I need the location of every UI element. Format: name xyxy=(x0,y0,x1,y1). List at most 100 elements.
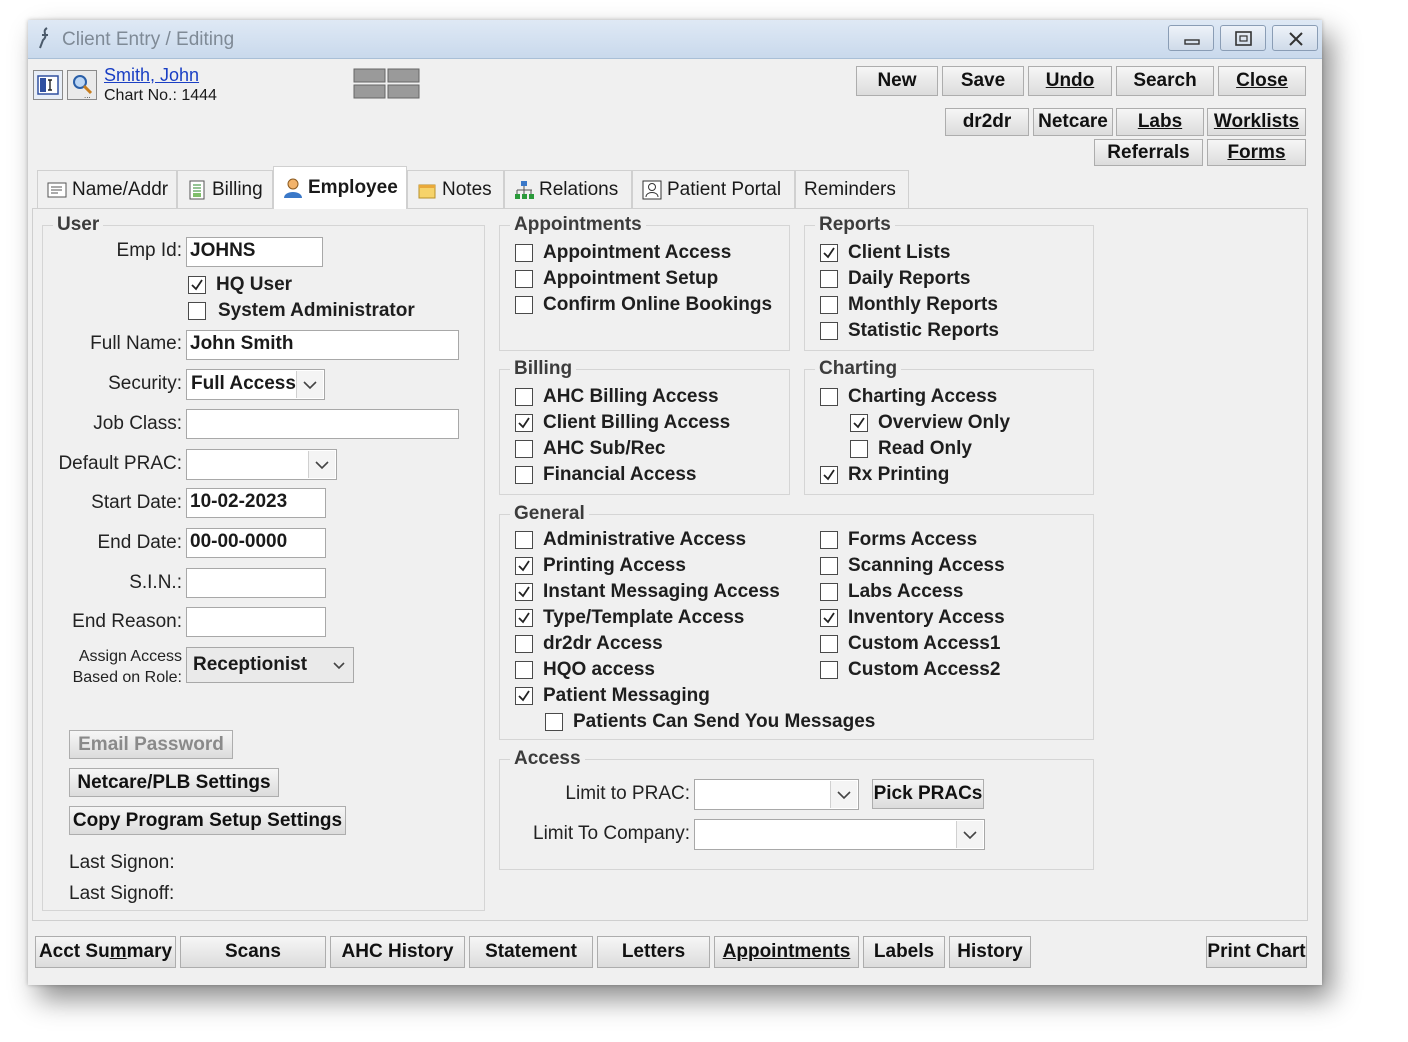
scanning-access-checkbox[interactable] xyxy=(820,557,838,575)
dr2dr-button[interactable]: dr2dr xyxy=(945,108,1029,136)
checkmark-icon xyxy=(823,612,835,624)
daily-reports-checkbox[interactable] xyxy=(820,270,838,288)
patients-can-send-you-messages-label: Patients Can Send You Messages xyxy=(573,711,876,732)
id-card-icon[interactable] xyxy=(33,70,63,100)
read-only-checkbox[interactable] xyxy=(850,440,868,458)
client-billing-access-label: Client Billing Access xyxy=(543,412,731,433)
close-button[interactable]: Close xyxy=(1218,66,1306,96)
limit-company-select[interactable] xyxy=(694,819,985,850)
patient-messaging-label: Patient Messaging xyxy=(543,685,710,706)
client-billing-access-checkbox[interactable] xyxy=(515,414,533,432)
emp-id-input[interactable]: JOHNS xyxy=(186,237,323,267)
appointment-access-checkbox[interactable] xyxy=(515,244,533,262)
tab-billing[interactable]: Billing xyxy=(177,170,273,208)
rx-printing-checkbox[interactable] xyxy=(820,466,838,484)
new-button[interactable]: New xyxy=(856,66,938,96)
limit-company-label: Limit To Company: xyxy=(533,823,690,844)
history-button[interactable]: History xyxy=(949,936,1031,968)
appointments-button[interactable]: Appointments xyxy=(714,936,859,968)
notes-icon xyxy=(416,179,438,201)
financial-access-checkbox[interactable] xyxy=(515,466,533,484)
security-label: Security: xyxy=(108,373,182,394)
print-chart-button[interactable]: Print Chart xyxy=(1206,936,1307,968)
limit-prac-select[interactable] xyxy=(694,779,859,810)
overview-only-checkbox[interactable] xyxy=(850,414,868,432)
hqo-access-checkbox[interactable] xyxy=(515,661,533,679)
labels-button[interactable]: Labels xyxy=(863,936,945,968)
email-password-button[interactable]: Email Password xyxy=(69,730,233,759)
charting-access-checkbox[interactable] xyxy=(820,388,838,406)
ahc-sub-rec-label: AHC Sub/Rec xyxy=(543,438,666,459)
end-reason-input[interactable] xyxy=(186,607,326,637)
close-label: Close xyxy=(1236,70,1288,91)
custom-access2-checkbox[interactable] xyxy=(820,661,838,679)
type-template-access-checkbox[interactable] xyxy=(515,609,533,627)
printing-access-checkbox[interactable] xyxy=(515,557,533,575)
instant-messaging-access-checkbox[interactable] xyxy=(515,583,533,601)
security-select[interactable]: Full Access xyxy=(186,369,325,400)
letters-button[interactable]: Letters xyxy=(597,936,710,968)
netcare-button[interactable]: Netcare xyxy=(1033,108,1113,136)
access-legend: Access xyxy=(510,749,585,769)
tab-reminders[interactable]: Reminders xyxy=(795,170,909,208)
ahc-history-button[interactable]: AHC History xyxy=(330,936,465,968)
scans-button[interactable]: Scans xyxy=(180,936,326,968)
inventory-access-label: Inventory Access xyxy=(848,607,1005,628)
monthly-reports-checkbox[interactable] xyxy=(820,296,838,314)
system-administrator-checkbox[interactable] xyxy=(188,302,206,320)
appointment-setup-label: Appointment Setup xyxy=(543,268,719,289)
statistic-reports-checkbox[interactable] xyxy=(820,322,838,340)
netcare-plb-settings-button[interactable]: Netcare/PLB Settings xyxy=(69,768,279,797)
statement-button[interactable]: Statement xyxy=(469,936,593,968)
patient-messaging-checkbox[interactable] xyxy=(515,687,533,705)
checkmark-icon xyxy=(518,612,530,624)
administrative-access-checkbox[interactable] xyxy=(515,531,533,549)
tab-patient-portal[interactable]: Patient Portal xyxy=(632,170,795,208)
forms-access-checkbox[interactable] xyxy=(820,531,838,549)
acct-summary-label-a: Acct Su xyxy=(38,941,110,962)
scanning-access-label: Scanning Access xyxy=(848,555,1005,576)
tab-notes[interactable]: Notes xyxy=(407,170,504,208)
maximize-button[interactable] xyxy=(1220,25,1266,51)
inventory-access-checkbox[interactable] xyxy=(820,609,838,627)
hq-user-checkbox[interactable] xyxy=(188,276,206,294)
minimize-button[interactable] xyxy=(1168,25,1214,51)
save-button[interactable]: Save xyxy=(942,66,1024,96)
patient-search-icon[interactable]: ... xyxy=(67,70,97,100)
role-select[interactable]: Receptionist xyxy=(186,647,354,683)
appointment-setup-checkbox[interactable] xyxy=(515,270,533,288)
checkmark-icon xyxy=(518,560,530,572)
ahc-billing-access-checkbox[interactable] xyxy=(515,388,533,406)
default-prac-select[interactable] xyxy=(186,449,337,480)
labs-access-checkbox[interactable] xyxy=(820,583,838,601)
pick-pracs-button[interactable]: Pick PRACs xyxy=(872,779,984,809)
client-lists-checkbox[interactable] xyxy=(820,244,838,262)
tab-employee[interactable]: Employee xyxy=(273,166,407,209)
tab-relations[interactable]: Relations xyxy=(504,170,632,208)
worklists-button[interactable]: Worklists xyxy=(1207,108,1306,136)
copy-program-setup-button[interactable]: Copy Program Setup Settings xyxy=(69,806,346,835)
undo-button[interactable]: Undo xyxy=(1028,66,1112,96)
ahc-sub-rec-checkbox[interactable] xyxy=(515,440,533,458)
forms-button[interactable]: Forms xyxy=(1207,139,1306,166)
acct-summary-button[interactable]: Acct Su m mary xyxy=(35,936,176,968)
billing-icon xyxy=(186,179,208,201)
general-legend: General xyxy=(510,504,589,524)
end-date-input[interactable]: 00-00-0000 xyxy=(186,528,326,558)
custom-access1-checkbox[interactable] xyxy=(820,635,838,653)
referrals-button[interactable]: Referrals xyxy=(1094,139,1203,166)
patients-can-send-you-messages-checkbox[interactable] xyxy=(545,713,563,731)
patient-name-link[interactable]: Smith, John xyxy=(104,65,217,86)
dr2dr-access-checkbox[interactable] xyxy=(515,635,533,653)
job-class-input[interactable] xyxy=(186,409,459,439)
patient-portal-icon xyxy=(641,179,663,201)
search-button[interactable]: Search xyxy=(1116,66,1214,96)
labs-button[interactable]: Labs xyxy=(1116,108,1204,136)
layout-grid-icon[interactable] xyxy=(353,68,421,105)
full-name-input[interactable]: John Smith xyxy=(186,330,459,360)
tab-name-addr[interactable]: Name/Addr xyxy=(37,170,177,208)
sin-input[interactable] xyxy=(186,568,326,598)
close-window-button[interactable] xyxy=(1272,25,1318,51)
confirm-online-bookings-checkbox[interactable] xyxy=(515,296,533,314)
start-date-input[interactable]: 10-02-2023 xyxy=(186,488,326,518)
